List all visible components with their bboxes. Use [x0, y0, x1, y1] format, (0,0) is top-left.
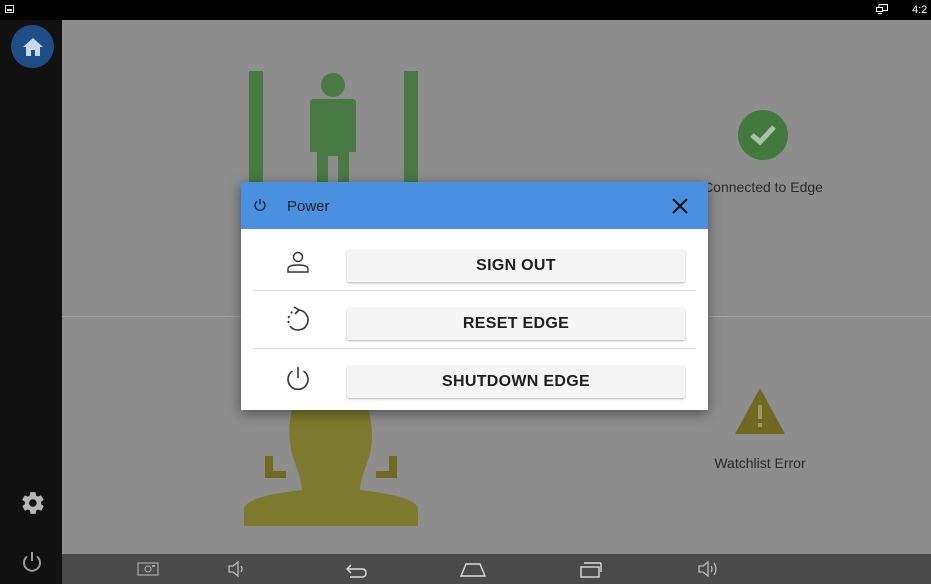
scanner-bar-right	[404, 71, 418, 183]
person-silhouette-icon	[310, 73, 356, 184]
power-icon	[283, 363, 313, 393]
home-icon	[22, 37, 43, 56]
edge-status-label: Connected to Edge	[703, 179, 823, 195]
status-clock: 4:2	[912, 4, 928, 16]
home-nav-icon[interactable]	[458, 558, 488, 580]
check-circle-icon	[738, 110, 788, 160]
volume-down-icon[interactable]	[226, 558, 248, 580]
power-dialog: Power SIGN OUT RESET EDGE SHUTDOWN EDGE	[241, 182, 708, 410]
scanner-bar-left	[249, 71, 263, 183]
settings-button[interactable]	[19, 489, 47, 517]
screenshot-icon[interactable]	[136, 558, 160, 580]
reset-icon	[283, 305, 313, 335]
volume-up-icon[interactable]	[696, 558, 722, 580]
close-icon[interactable]	[670, 196, 690, 216]
status-bar: 4:2	[0, 0, 931, 20]
recents-icon[interactable]	[578, 558, 604, 580]
reset-edge-button[interactable]: RESET EDGE	[347, 308, 685, 340]
edge-status-card: Connected to Edge	[688, 110, 838, 195]
back-icon[interactable]	[342, 558, 370, 580]
dialog-title: Power	[287, 198, 330, 215]
shutdown-edge-row: SHUTDOWN EDGE	[241, 349, 708, 407]
warning-icon	[735, 388, 785, 434]
notification-icon	[5, 5, 14, 13]
face-silhouette-icon	[244, 408, 418, 526]
shutdown-edge-button[interactable]: SHUTDOWN EDGE	[347, 366, 685, 398]
home-button[interactable]	[11, 25, 54, 68]
gear-icon	[22, 492, 44, 514]
watchlist-status-card: Watchlist Error	[690, 386, 830, 471]
watchlist-status-label: Watchlist Error	[714, 455, 806, 471]
navigation-bar	[62, 554, 931, 584]
dialog-header: Power	[241, 182, 708, 229]
screen: 4:2 Connected to Edge Watchlist Error Po…	[0, 0, 931, 584]
reset-edge-row: RESET EDGE	[241, 291, 708, 349]
sign-out-button[interactable]: SIGN OUT	[347, 250, 685, 282]
person-icon	[283, 247, 313, 277]
screen-mirror-icon	[876, 4, 888, 14]
power-icon	[254, 199, 266, 211]
left-rail	[0, 20, 62, 584]
power-icon[interactable]	[20, 550, 44, 574]
sign-out-row: SIGN OUT	[241, 233, 708, 291]
